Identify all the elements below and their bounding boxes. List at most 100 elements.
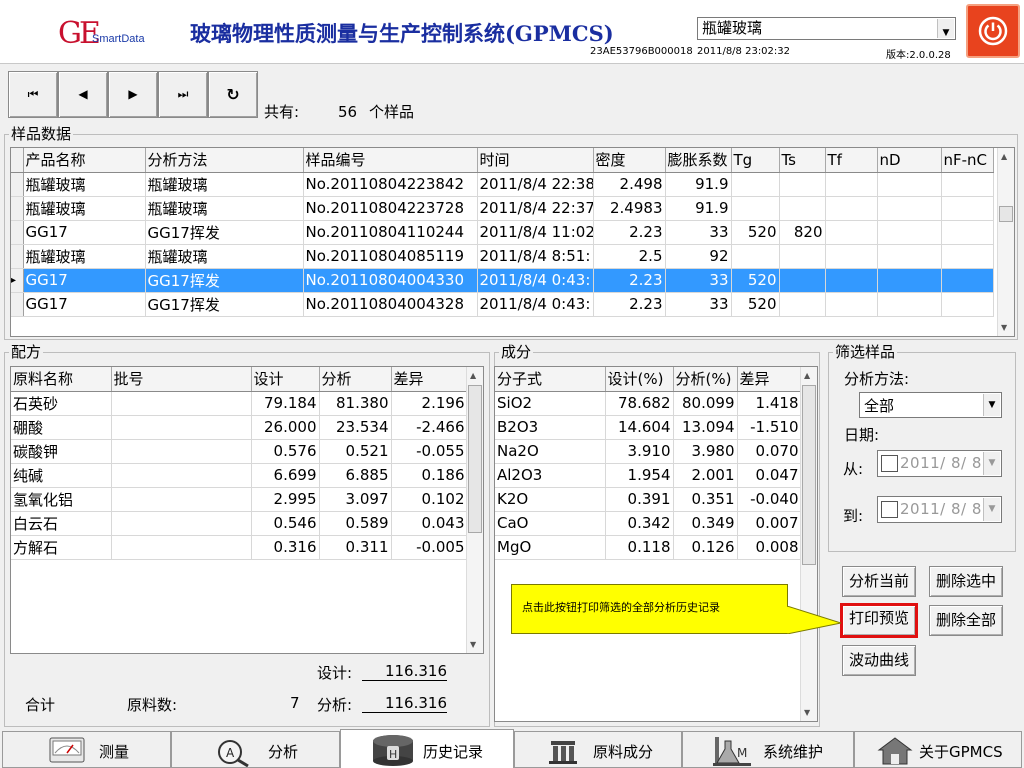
table-cell[interactable]: 79.184 bbox=[251, 391, 320, 416]
table-cell[interactable]: 2.4983 bbox=[593, 196, 666, 221]
table-cell[interactable] bbox=[941, 220, 994, 245]
scroll-thumb[interactable] bbox=[802, 385, 816, 565]
row-header[interactable] bbox=[11, 172, 24, 197]
table-cell[interactable]: 0.342 bbox=[605, 511, 674, 536]
table-cell[interactable] bbox=[825, 292, 878, 317]
table-cell[interactable]: No.20110804223842 bbox=[303, 172, 478, 197]
print-preview-button[interactable]: 打印预览 bbox=[840, 603, 918, 638]
tab-materials[interactable]: 原料成分 bbox=[514, 731, 682, 768]
col-product-name[interactable]: 产品名称 bbox=[23, 148, 146, 173]
table-cell[interactable]: 0.351 bbox=[673, 487, 738, 512]
table-cell[interactable]: GG17 bbox=[23, 268, 146, 293]
chevron-down-icon[interactable]: ▼ bbox=[983, 498, 1000, 521]
table-cell[interactable]: 0.589 bbox=[319, 511, 392, 536]
table-cell[interactable] bbox=[111, 415, 252, 440]
table-cell[interactable] bbox=[825, 172, 878, 197]
table-cell[interactable]: -1.510 bbox=[737, 415, 802, 440]
table-cell[interactable]: 92 bbox=[665, 244, 732, 269]
col-ts[interactable]: Ts bbox=[779, 148, 826, 173]
table-cell[interactable]: 硼酸 bbox=[11, 415, 112, 440]
table-cell[interactable]: 33 bbox=[665, 292, 732, 317]
table-cell[interactable]: 14.604 bbox=[605, 415, 674, 440]
chevron-down-icon[interactable]: ▼ bbox=[983, 394, 1000, 416]
fluctuation-curve-button[interactable]: 波动曲线 bbox=[842, 645, 916, 676]
table-cell[interactable]: 33 bbox=[665, 268, 732, 293]
col-difference[interactable]: 差异 bbox=[391, 367, 468, 392]
table-cell[interactable] bbox=[941, 172, 994, 197]
scroll-up-icon[interactable]: ▲ bbox=[804, 371, 810, 380]
table-cell[interactable] bbox=[941, 244, 994, 269]
table-row[interactable]: K2O 0.391 0.351 -0.040 bbox=[495, 487, 802, 512]
table-cell[interactable]: 2.001 bbox=[673, 463, 738, 488]
table-cell[interactable]: 0.102 bbox=[391, 487, 468, 512]
table-row[interactable]: Al2O3 1.954 2.001 0.047 bbox=[495, 463, 802, 488]
analyze-current-button[interactable]: 分析当前 bbox=[842, 566, 916, 597]
tab-analysis[interactable]: A 分析 bbox=[171, 731, 340, 768]
table-cell[interactable]: 纯碱 bbox=[11, 463, 112, 488]
table-cell[interactable]: -0.055 bbox=[391, 439, 468, 464]
table-cell[interactable]: 520 bbox=[731, 268, 780, 293]
table-cell[interactable]: 0.349 bbox=[673, 511, 738, 536]
table-cell[interactable]: 2.196 bbox=[391, 391, 468, 416]
col-design-pct[interactable]: 设计(%) bbox=[605, 367, 674, 392]
table-cell[interactable] bbox=[825, 220, 878, 245]
table-cell[interactable]: 820 bbox=[779, 220, 826, 245]
table-cell[interactable] bbox=[877, 172, 942, 197]
table-cell[interactable]: 23.534 bbox=[319, 415, 392, 440]
table-cell[interactable]: 3.910 bbox=[605, 439, 674, 464]
table-cell[interactable] bbox=[877, 244, 942, 269]
table-cell[interactable]: 2.498 bbox=[593, 172, 666, 197]
table-cell[interactable] bbox=[779, 196, 826, 221]
table-cell[interactable]: No.20110804085119 bbox=[303, 244, 478, 269]
table-cell[interactable]: 3.980 bbox=[673, 439, 738, 464]
col-nf-nc[interactable]: nF-nC bbox=[941, 148, 994, 173]
table-cell[interactable]: GG17挥发 bbox=[145, 268, 304, 293]
scroll-up-icon[interactable]: ▲ bbox=[470, 371, 476, 380]
delete-selected-button[interactable]: 删除选中 bbox=[929, 566, 1003, 597]
table-cell[interactable]: 2011/8/4 22:38 bbox=[477, 172, 594, 197]
table-cell[interactable] bbox=[111, 391, 252, 416]
col-analysis-pct[interactable]: 分析(%) bbox=[673, 367, 738, 392]
table-cell[interactable]: 0.546 bbox=[251, 511, 320, 536]
composition-grid-scrollbar[interactable]: ▲ ▼ bbox=[800, 367, 817, 721]
table-row[interactable]: ▸ GG17 GG17挥发 No.20110804004330 2011/8/4 0:4… bbox=[11, 268, 994, 293]
table-cell[interactable]: K2O bbox=[495, 487, 606, 512]
table-cell[interactable]: No.20110804004330 bbox=[303, 268, 478, 293]
table-cell[interactable]: GG17 bbox=[23, 220, 146, 245]
to-date-checkbox[interactable] bbox=[881, 501, 898, 518]
table-row[interactable]: 瓶罐玻璃 瓶罐玻璃 No.20110804223842 2011/8/4 22:38 2… bbox=[11, 172, 994, 197]
table-cell[interactable]: 瓶罐玻璃 bbox=[23, 172, 146, 197]
col-batch-no[interactable]: 批号 bbox=[111, 367, 252, 392]
table-cell[interactable]: SiO2 bbox=[495, 391, 606, 416]
col-analysis-method[interactable]: 分析方法 bbox=[145, 148, 304, 173]
table-cell[interactable]: 方解石 bbox=[11, 535, 112, 560]
from-date-checkbox[interactable] bbox=[881, 455, 898, 472]
tab-about[interactable]: 关于GPMCS bbox=[854, 731, 1022, 768]
table-cell[interactable] bbox=[825, 244, 878, 269]
table-cell[interactable] bbox=[111, 439, 252, 464]
table-row[interactable]: 方解石 0.316 0.311 -0.005 bbox=[11, 535, 468, 560]
table-cell[interactable]: 0.070 bbox=[737, 439, 802, 464]
col-formula[interactable]: 分子式 bbox=[495, 367, 606, 392]
table-cell[interactable] bbox=[941, 292, 994, 317]
table-cell[interactable]: B2O3 bbox=[495, 415, 606, 440]
table-cell[interactable]: 2011/8/4 8:51: bbox=[477, 244, 594, 269]
table-row[interactable]: 碳酸钾 0.576 0.521 -0.055 bbox=[11, 439, 468, 464]
col-time[interactable]: 时间 bbox=[477, 148, 594, 173]
table-row[interactable]: 氢氧化铝 2.995 3.097 0.102 bbox=[11, 487, 468, 512]
table-cell[interactable]: 1.954 bbox=[605, 463, 674, 488]
table-cell[interactable]: 2011/8/4 0:43: bbox=[477, 292, 594, 317]
table-cell[interactable] bbox=[877, 220, 942, 245]
table-cell[interactable]: 0.311 bbox=[319, 535, 392, 560]
col-design[interactable]: 设计 bbox=[251, 367, 320, 392]
table-cell[interactable] bbox=[731, 172, 780, 197]
table-cell[interactable]: 0.118 bbox=[605, 535, 674, 560]
table-cell[interactable]: 2.995 bbox=[251, 487, 320, 512]
table-cell[interactable]: 0.316 bbox=[251, 535, 320, 560]
table-cell[interactable]: 2.23 bbox=[593, 220, 666, 245]
col-expansion[interactable]: 膨胀系数 bbox=[665, 148, 732, 173]
col-material-name[interactable]: 原料名称 bbox=[11, 367, 112, 392]
col-tf[interactable]: Tf bbox=[825, 148, 878, 173]
table-cell[interactable] bbox=[779, 268, 826, 293]
row-header[interactable]: ▸ bbox=[11, 268, 24, 293]
